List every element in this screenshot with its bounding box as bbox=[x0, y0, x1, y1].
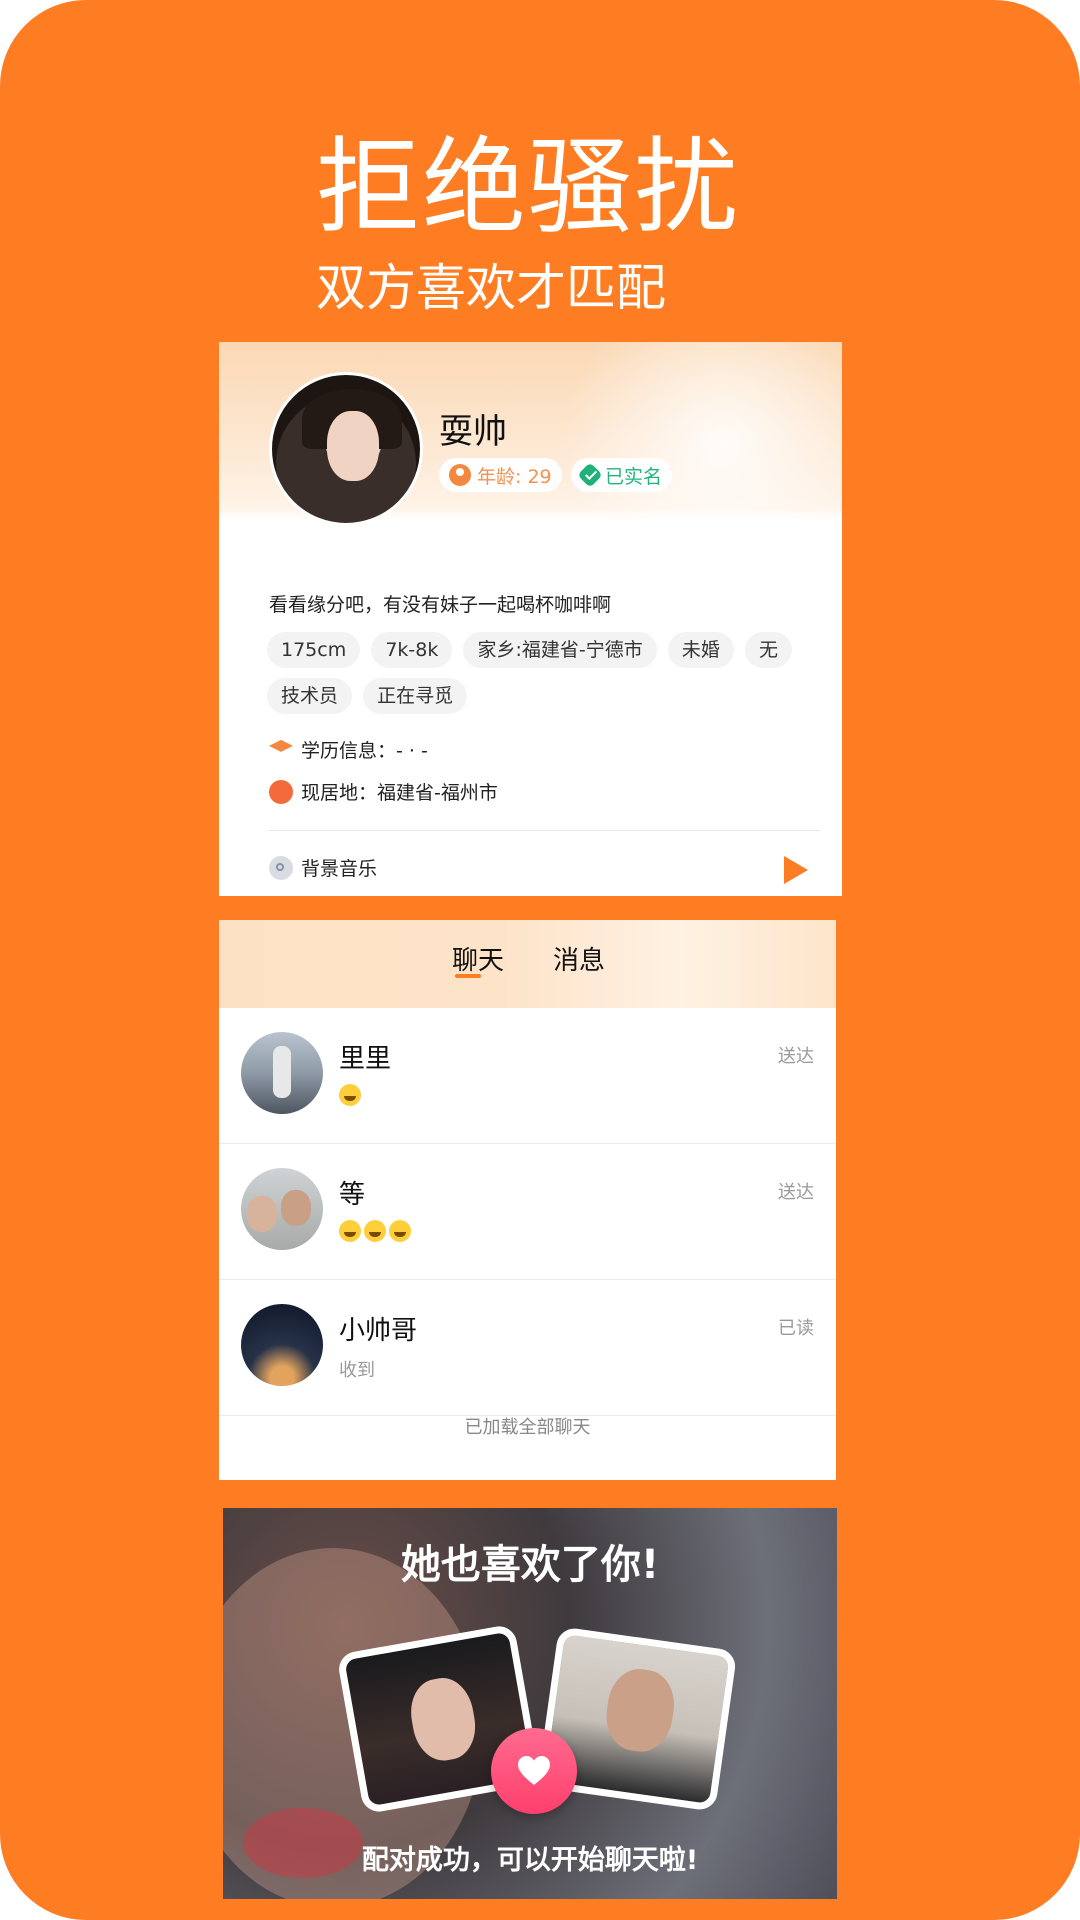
verified-check-icon bbox=[577, 462, 603, 488]
active-tab-indicator bbox=[455, 974, 481, 978]
profile-avatar[interactable] bbox=[269, 372, 423, 526]
chat-row[interactable]: 等 送达 bbox=[219, 1144, 836, 1280]
age-badge: 年龄: 29 bbox=[439, 458, 562, 492]
tag-marital: 未婚 bbox=[667, 632, 734, 668]
heart-icon bbox=[518, 1756, 550, 1785]
location-row: 现居地：福建省-福州市 bbox=[269, 778, 498, 805]
graduation-cap-icon bbox=[269, 739, 293, 752]
chat-preview: 收到 bbox=[339, 1360, 375, 1381]
verified-label: 已实名 bbox=[605, 465, 663, 488]
chat-preview bbox=[339, 1220, 414, 1242]
chat-row[interactable]: 里里 送达 bbox=[219, 1008, 836, 1144]
promo-subline: 双方喜欢才匹配 bbox=[316, 259, 666, 317]
match-subtitle: 配对成功，可以开始聊天啦! bbox=[361, 1845, 699, 1876]
chat-avatar bbox=[241, 1304, 323, 1386]
chat-status: 送达 bbox=[778, 1182, 814, 1203]
person-icon bbox=[449, 464, 471, 486]
chat-row[interactable]: 小帅哥 收到 已读 bbox=[219, 1280, 836, 1416]
tag-status: 正在寻觅 bbox=[363, 678, 468, 714]
heart-button[interactable] bbox=[491, 1728, 577, 1814]
chat-list-end-label: 已加载全部聊天 bbox=[464, 1417, 591, 1438]
chat-name: 里里 bbox=[339, 1044, 392, 1074]
grin-emoji-icon bbox=[389, 1220, 411, 1242]
music-label: 背景音乐 bbox=[301, 858, 378, 880]
music-row[interactable]: 背景音乐 bbox=[269, 854, 377, 881]
location-label: 现居地：福建省-福州市 bbox=[301, 782, 498, 804]
profile-card: 耍帅 年龄: 29 已实名 看看缘分吧，有没有妹子一起喝杯咖啡啊 175cm 7… bbox=[219, 342, 842, 896]
age-label: 年龄: 29 bbox=[477, 465, 552, 488]
play-icon[interactable] bbox=[784, 856, 808, 884]
tag-height: 175cm bbox=[267, 632, 361, 668]
education-label: 学历信息：- · - bbox=[301, 740, 428, 762]
chat-status: 已读 bbox=[778, 1318, 814, 1339]
tag-children: 无 bbox=[744, 632, 792, 668]
match-title: 她也喜欢了你! bbox=[400, 1542, 660, 1588]
smile-emoji-icon bbox=[364, 1220, 386, 1242]
chat-avatar bbox=[241, 1168, 323, 1250]
chat-avatar bbox=[241, 1032, 323, 1114]
profile-details: 看看缘分吧，有没有妹子一起喝杯咖啡啊 175cm 7k-8k 家乡:福建省-宁德… bbox=[243, 566, 842, 896]
chat-card: 聊天 消息 里里 送达 等 送达 小帅哥 收到 已读 已加载全部聊天 bbox=[219, 920, 836, 1480]
smile-emoji-icon bbox=[339, 1220, 361, 1242]
smile-emoji-icon bbox=[339, 1084, 361, 1106]
education-row: 学历信息：- · - bbox=[269, 736, 428, 763]
promo-headline: 拒绝骚扰 bbox=[316, 126, 741, 248]
tab-chat[interactable]: 聊天 bbox=[452, 940, 504, 977]
tag-occupation: 技术员 bbox=[267, 678, 353, 714]
music-disc-icon bbox=[269, 855, 293, 880]
match-card: 她也喜欢了你! 配对成功，可以开始聊天啦! bbox=[223, 1508, 837, 1899]
chat-preview bbox=[339, 1084, 364, 1106]
profile-bio: 看看缘分吧，有没有妹子一起喝杯咖啡啊 bbox=[269, 594, 612, 616]
avatar-face bbox=[327, 411, 379, 481]
divider bbox=[269, 830, 820, 831]
chat-name: 小帅哥 bbox=[339, 1316, 418, 1346]
tag-income: 7k-8k bbox=[371, 632, 453, 668]
tab-messages[interactable]: 消息 bbox=[553, 940, 605, 977]
profile-name: 耍帅 bbox=[439, 412, 507, 452]
verified-badge: 已实名 bbox=[571, 458, 673, 492]
tag-hometown: 家乡:福建省-宁德市 bbox=[463, 632, 657, 668]
chat-header: 聊天 消息 bbox=[219, 920, 836, 1008]
chat-status: 送达 bbox=[778, 1046, 814, 1067]
chat-name: 等 bbox=[339, 1180, 366, 1210]
profile-tags: 175cm 7k-8k 家乡:福建省-宁德市 未婚 无 技术员 正在寻觅 bbox=[267, 632, 827, 724]
location-pin-icon bbox=[269, 779, 293, 804]
